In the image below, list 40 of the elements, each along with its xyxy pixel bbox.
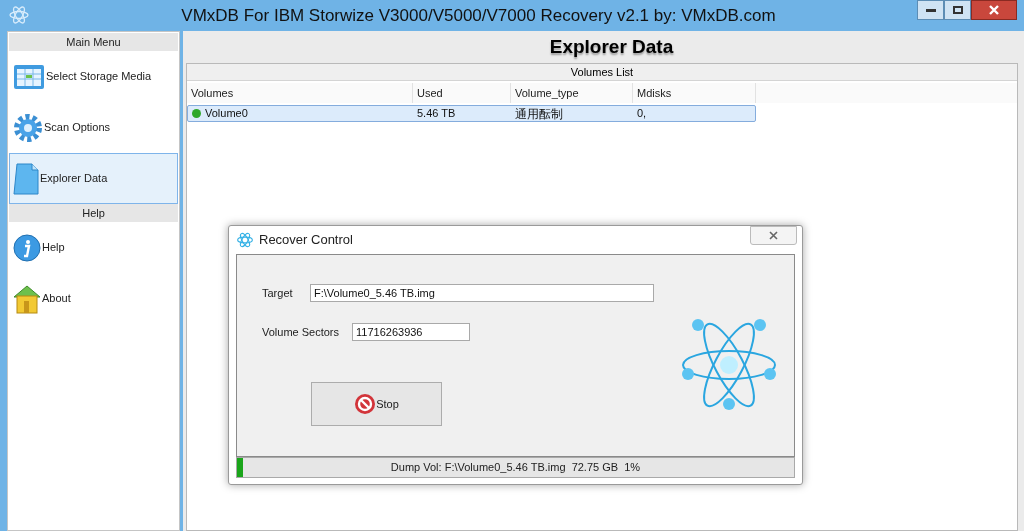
close-button[interactable] [971,0,1017,20]
column-header[interactable]: Mdisks [633,83,756,103]
window-title: VMxDB For IBM Storwize V3000/V5000/V7000 Recovery v2.1 by: VMxDB.com [181,5,776,25]
sidebar-item[interactable]: Explorer Data [9,153,178,204]
sidebar-item[interactable]: Help [9,222,178,273]
close-icon [989,5,999,15]
atom-icon [681,317,777,411]
table-caption: Volumes List [187,64,1017,81]
column-header[interactable]: Used [413,83,511,103]
page-title: Explorer Data [548,34,674,59]
table-cell-text: 0, [637,106,647,122]
house-icon [13,283,41,314]
column-header[interactable]: Volume_type [511,83,633,103]
minimize-button[interactable] [917,0,944,20]
stop-icon [354,393,377,415]
table-icon [13,62,45,91]
table-cell-text: 通用酝制 [515,105,563,123]
text-field[interactable]: F:\Volume0_5.46 TB.img [310,284,654,302]
section-header: Help [9,204,178,222]
sidebar-item[interactable]: Select Storage Media [9,51,178,102]
column-header[interactable]: Volumes [187,83,413,103]
atom-icon [236,232,254,248]
table-row[interactable]: Volume0 5.46 TB 通用酝制 0, [187,105,756,122]
document-icon [13,162,39,195]
stop-button[interactable]: Stop [311,382,442,426]
atom-icon [8,6,30,24]
info-icon [13,233,41,262]
section-header: Main Menu [9,33,178,51]
field-label: Target [262,285,294,301]
table-cell-text: 5.46 TB [417,106,456,122]
progress-text: Dump Vol: F:\Volume0_5.46 TB.img 72.75 GB 1% [390,460,641,476]
close-icon [769,231,778,240]
maximize-button[interactable] [944,0,971,20]
dialog-title: Recover Control [259,231,353,250]
text-field[interactable]: 11716263936 [352,323,470,341]
gear-icon [13,112,43,143]
sidebar-item[interactable]: About [9,273,178,324]
sidebar-item[interactable]: Scan Options [9,102,178,153]
field-label: Volume Sectors [262,324,341,340]
table-cell-text: Volume0 [205,106,248,122]
